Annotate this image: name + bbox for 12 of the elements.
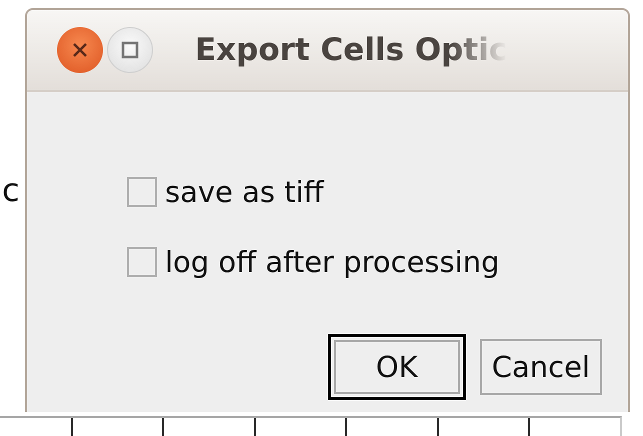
close-icon	[71, 41, 89, 59]
checkbox-label: save as tiff	[165, 175, 324, 209]
window-title: Export Cells Optic	[195, 32, 508, 68]
checkbox[interactable]	[127, 247, 157, 277]
background-text: c	[2, 174, 21, 206]
cancel-button[interactable]: Cancel	[480, 339, 602, 395]
checkbox[interactable]	[127, 177, 157, 207]
checkbox-label: log off after processing	[165, 245, 500, 279]
maximize-button[interactable]	[107, 27, 153, 73]
maximize-icon	[121, 41, 139, 59]
close-button[interactable]	[57, 27, 103, 73]
ok-button[interactable]: OK	[328, 334, 466, 400]
